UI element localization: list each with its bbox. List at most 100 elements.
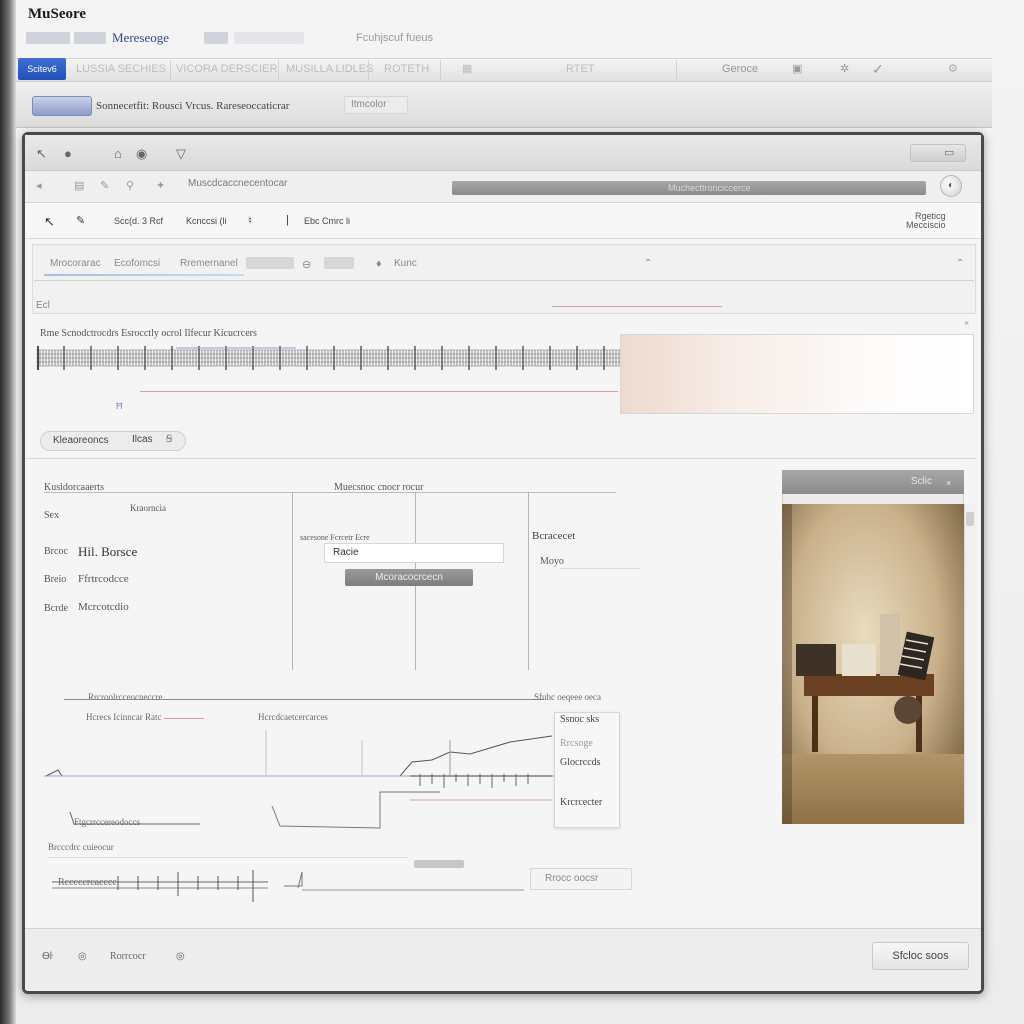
- pin-icon[interactable]: ♦: [376, 258, 382, 270]
- caret-icon: ⌃: [644, 258, 653, 269]
- breadcrumb: Sonnecetfit: Rousci Vrcus. Rareseoccatic…: [96, 100, 290, 112]
- back-icon[interactable]: ↖: [36, 146, 47, 162]
- pencil-icon[interactable]: ✎: [76, 214, 85, 227]
- score-panel: [32, 244, 976, 314]
- nav-pen-icon[interactable]: ✎: [100, 179, 109, 192]
- menu-chip[interactable]: [26, 32, 70, 44]
- brand-link[interactable]: Mereseoge: [112, 30, 169, 46]
- filter-icon[interactable]: ▽: [176, 146, 186, 162]
- measure-select-button[interactable]: Ꞩ: [166, 434, 172, 445]
- close-icon[interactable]: ×: [964, 318, 969, 328]
- property-value[interactable]: Mcrcotcdio: [78, 601, 129, 613]
- apply-button[interactable]: Mcoracocrcecn: [345, 569, 473, 586]
- format-item[interactable]: Ebc Cmrc li: [304, 216, 350, 226]
- track-strip-graphic: [52, 870, 524, 902]
- toolbar-item[interactable]: MUSILLA LIDLES: [286, 62, 373, 76]
- toolbar-item[interactable]: Geroce: [722, 62, 758, 76]
- measure-label: Rme Scnodctrocdrs Esrocctly ocrol Ilfecu…: [40, 328, 257, 339]
- score-tab[interactable]: Kunc: [394, 258, 417, 270]
- measure-select-value: Ilcas: [132, 434, 153, 445]
- menu-item[interactable]: Glocrccds: [560, 757, 601, 768]
- close-icon[interactable]: ×: [946, 478, 951, 488]
- image-scrollbar[interactable]: [964, 504, 976, 824]
- settings-icon[interactable]: ⚙: [948, 62, 958, 76]
- nav-star-icon[interactable]: ✦: [156, 179, 165, 192]
- window-edge: [0, 0, 16, 1024]
- toolbar-separator: [170, 60, 171, 80]
- tab-active[interactable]: Scitev6: [18, 58, 66, 80]
- status-action-button[interactable]: Sfcloc soos: [872, 942, 969, 970]
- edit-input[interactable]: Racie: [324, 543, 504, 563]
- automation-lane[interactable]: [40, 730, 640, 830]
- ruler-marker: [552, 306, 722, 307]
- toolbar-item[interactable]: ROTETH: [384, 62, 429, 76]
- toolbar-item[interactable]: VICORA DERSCIER: [176, 62, 277, 76]
- column-divider: [292, 492, 293, 670]
- nav-url-text: Muscdcaccnecentocar: [188, 178, 288, 189]
- score-chip[interactable]: [324, 257, 354, 269]
- score-tab[interactable]: Mrocorarac: [50, 258, 101, 270]
- top-caption: Fcuhjscuf fueus: [356, 32, 434, 44]
- score-tab[interactable]: Rremernanel: [180, 258, 238, 270]
- toolbar-item[interactable]: RTET: [566, 62, 595, 76]
- menu-item[interactable]: Krcrcecter: [560, 797, 602, 808]
- divider-icon: |: [286, 214, 289, 226]
- editor-label: Hcrecs Icinncar Ratc: [86, 712, 162, 722]
- track-strip[interactable]: [48, 866, 528, 910]
- column-divider: [528, 492, 529, 670]
- note-icon[interactable]: ♮: [248, 214, 252, 227]
- score-chip[interactable]: [246, 257, 294, 269]
- property-label: Bcrde: [44, 603, 68, 614]
- status-item[interactable]: Ѳŀ: [42, 951, 53, 962]
- scroll-thumb[interactable]: [966, 512, 974, 526]
- print-icon[interactable]: ▣: [792, 62, 802, 76]
- nav-link-icon[interactable]: ⚲: [126, 179, 134, 192]
- editor-label: Rrcroolrcceocneccre: [88, 692, 163, 702]
- editor-label: Sfuhc oeqeee oeca: [534, 692, 601, 702]
- editor-label: Brcccdrc cuieocur: [48, 842, 114, 852]
- lock-icon[interactable]: ⊖: [302, 258, 311, 271]
- hash-icon[interactable]: ✲: [840, 62, 849, 76]
- menu-chip[interactable]: [74, 32, 106, 44]
- column-label: Bcracecet: [532, 530, 576, 542]
- menu-chip[interactable]: [204, 32, 228, 44]
- column-rule: [560, 568, 640, 569]
- home-icon[interactable]: ⌂: [114, 146, 122, 161]
- status-icon[interactable]: ◎: [78, 951, 87, 962]
- preview-pane: [620, 334, 974, 414]
- check-icon[interactable]: ✓: [872, 62, 884, 76]
- search-input[interactable]: Itmcolor: [344, 96, 408, 114]
- cursor-icon[interactable]: ↖: [44, 214, 55, 230]
- menu-item[interactable]: Ssnoc sks: [560, 714, 599, 725]
- score-tab[interactable]: Ecofomcsi: [114, 258, 160, 270]
- note-marker: Ħ: [116, 401, 123, 411]
- format-item[interactable]: Kcnccsi (li: [186, 216, 227, 226]
- nav-back-icon[interactable]: ◂: [36, 179, 42, 192]
- refresh-icon[interactable]: ◉: [136, 146, 147, 162]
- toolbar-item[interactable]: LUSSIA SECHIES: [76, 62, 166, 76]
- status-item[interactable]: Rorrcocr: [110, 951, 146, 962]
- lower-chip[interactable]: [414, 860, 464, 868]
- tab-underline: [44, 274, 244, 276]
- grid-icon[interactable]: ▦: [462, 62, 472, 76]
- window-control-button[interactable]: [910, 144, 966, 162]
- dot-icon[interactable]: ●: [64, 146, 72, 161]
- nav-tool-icon[interactable]: ▤: [74, 179, 84, 192]
- go-button[interactable]: ◐: [940, 175, 962, 197]
- measure-select[interactable]: Kleaoreoncs: [40, 431, 186, 451]
- address-field[interactable]: Muchecttronciccerce: [452, 181, 926, 195]
- toolbar-separator: [368, 60, 369, 80]
- lower-field[interactable]: Rrocc oocsr: [530, 868, 632, 890]
- property-value[interactable]: Hil. Borsce: [78, 544, 137, 560]
- menu-chip[interactable]: [234, 32, 304, 44]
- property-value[interactable]: Ffrtrcodcce: [78, 573, 129, 585]
- toolbar-separator: [440, 60, 441, 80]
- status-icon[interactable]: ◎: [176, 951, 185, 962]
- piano-photo: [782, 504, 964, 824]
- menu-item[interactable]: Rrcsoge: [560, 738, 593, 749]
- logo-icon: [32, 96, 92, 116]
- format-item[interactable]: Scc(d. 3 Rcf: [114, 216, 163, 226]
- format-toolbar: [25, 203, 981, 239]
- caret-icon: ⌃: [956, 258, 965, 269]
- music-staff[interactable]: [36, 344, 620, 372]
